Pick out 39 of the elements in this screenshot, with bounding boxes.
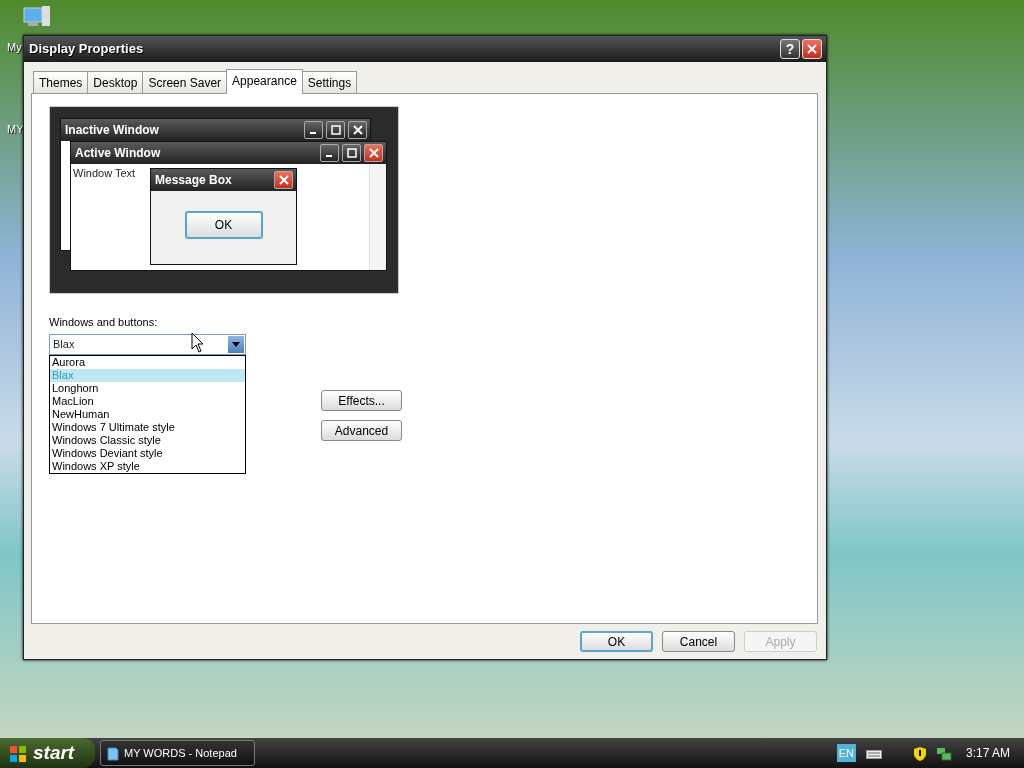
side-button[interactable]: Advanced: [321, 420, 402, 441]
dropdown-option[interactable]: Longhorn: [50, 381, 245, 395]
side-button[interactable]: Effects...: [321, 390, 402, 411]
window-title: Inactive Window: [65, 122, 160, 139]
window-title: Message Box: [155, 172, 233, 189]
dialog-button[interactable]: OK: [580, 631, 653, 652]
dialog-button[interactable]: Cancel: [662, 631, 735, 652]
mouse-cursor-icon: [191, 332, 205, 353]
taskbar-button[interactable]: MY WORDS - Notepad: [100, 740, 255, 766]
dropdown-option[interactable]: Windows XP style: [50, 459, 245, 473]
help-button[interactable]: ?: [780, 39, 800, 59]
close-icon: [348, 121, 367, 139]
tab[interactable]: Appearance: [226, 69, 303, 94]
style-dropdown[interactable]: Blax: [49, 333, 246, 355]
close-button[interactable]: [802, 39, 822, 59]
window-title: Display Properties: [29, 40, 145, 59]
field-label: Windows and buttons:: [49, 315, 159, 330]
clock-time: 3:17 AM: [965, 745, 1010, 762]
maximize-icon: [342, 144, 361, 162]
notepad-icon: [107, 744, 119, 762]
window-text: Window Text: [73, 166, 136, 181]
tab[interactable]: Desktop: [87, 71, 144, 94]
minimize-icon: [320, 144, 339, 162]
dropdown-option[interactable]: Windows Deviant style: [50, 446, 245, 460]
dropdown-option[interactable]: Windows 7 Ultimate style: [50, 420, 245, 434]
dropdown-option[interactable]: Aurora: [50, 355, 245, 369]
desktop-icon-label[interactable]: My: [7, 39, 22, 56]
shield-icon[interactable]: [913, 744, 926, 762]
minimize-icon: [304, 121, 323, 139]
ok-button[interactable]: OK: [184, 211, 263, 239]
dropdown-option[interactable]: MacLion: [50, 394, 245, 408]
dropdown-option[interactable]: Windows Classic style: [50, 433, 245, 447]
maximize-icon: [326, 121, 345, 139]
close-icon: [274, 171, 293, 189]
dropdown-option[interactable]: NewHuman: [50, 407, 245, 421]
start-button[interactable]: start: [0, 738, 95, 768]
window-title: Active Window: [75, 145, 162, 162]
close-icon: [807, 44, 817, 54]
close-icon: [364, 144, 383, 162]
